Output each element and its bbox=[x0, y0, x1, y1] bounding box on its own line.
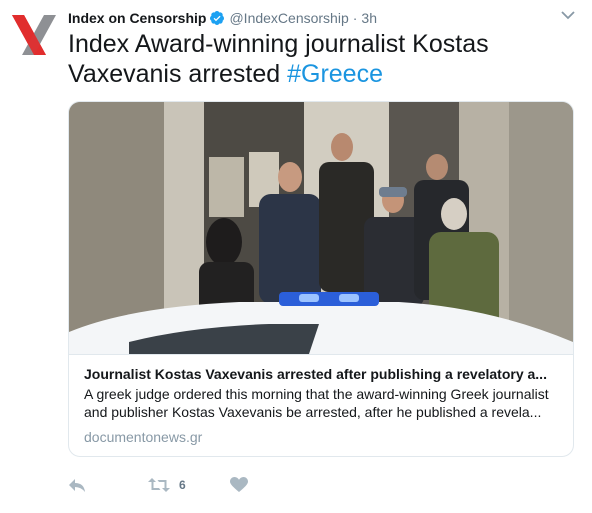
action-bar: 6 bbox=[68, 475, 368, 495]
heart-icon bbox=[230, 477, 248, 492]
reply-icon bbox=[69, 479, 85, 492]
card-domain: documentonews.gr bbox=[84, 429, 203, 445]
tweet-timestamp[interactable]: 3h bbox=[361, 10, 377, 26]
hashtag-link[interactable]: #Greece bbox=[287, 60, 383, 88]
header-separator: · bbox=[352, 10, 358, 26]
tweet-header: Index on Censorship @IndexCensorship · 3… bbox=[68, 9, 377, 27]
card-body[interactable]: Journalist Kostas Vaxevanis arrested aft… bbox=[69, 354, 573, 456]
link-card[interactable]: Journalist Kostas Vaxevanis arrested aft… bbox=[68, 101, 574, 457]
tweet-text: Index Award-winning journalist Kostas Va… bbox=[68, 29, 568, 89]
author-name[interactable]: Index on Censorship bbox=[68, 10, 206, 26]
retweet-icon bbox=[148, 478, 170, 492]
author-handle[interactable]: @IndexCensorship bbox=[229, 10, 348, 26]
index-logo-icon[interactable] bbox=[10, 11, 58, 59]
tweet-body: Index Award-winning journalist Kostas Va… bbox=[68, 30, 489, 88]
reply-button[interactable] bbox=[68, 475, 86, 495]
verified-badge-icon bbox=[210, 11, 225, 25]
retweet-button[interactable]: 6 bbox=[148, 475, 186, 495]
card-title[interactable]: Journalist Kostas Vaxevanis arrested aft… bbox=[84, 365, 558, 383]
chevron-down-icon[interactable] bbox=[561, 10, 575, 20]
like-button[interactable] bbox=[230, 475, 248, 495]
retweet-count: 6 bbox=[179, 478, 186, 492]
card-description: A greek judge ordered this morning that … bbox=[84, 386, 549, 420]
card-photo[interactable] bbox=[69, 102, 573, 354]
tweet: Index on Censorship @IndexCensorship · 3… bbox=[0, 0, 592, 513]
